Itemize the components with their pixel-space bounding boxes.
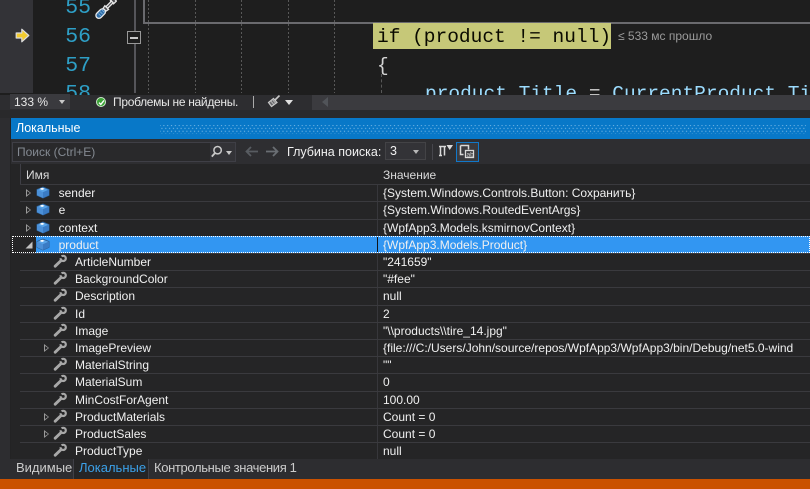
svg-text:ab: ab — [467, 151, 475, 158]
